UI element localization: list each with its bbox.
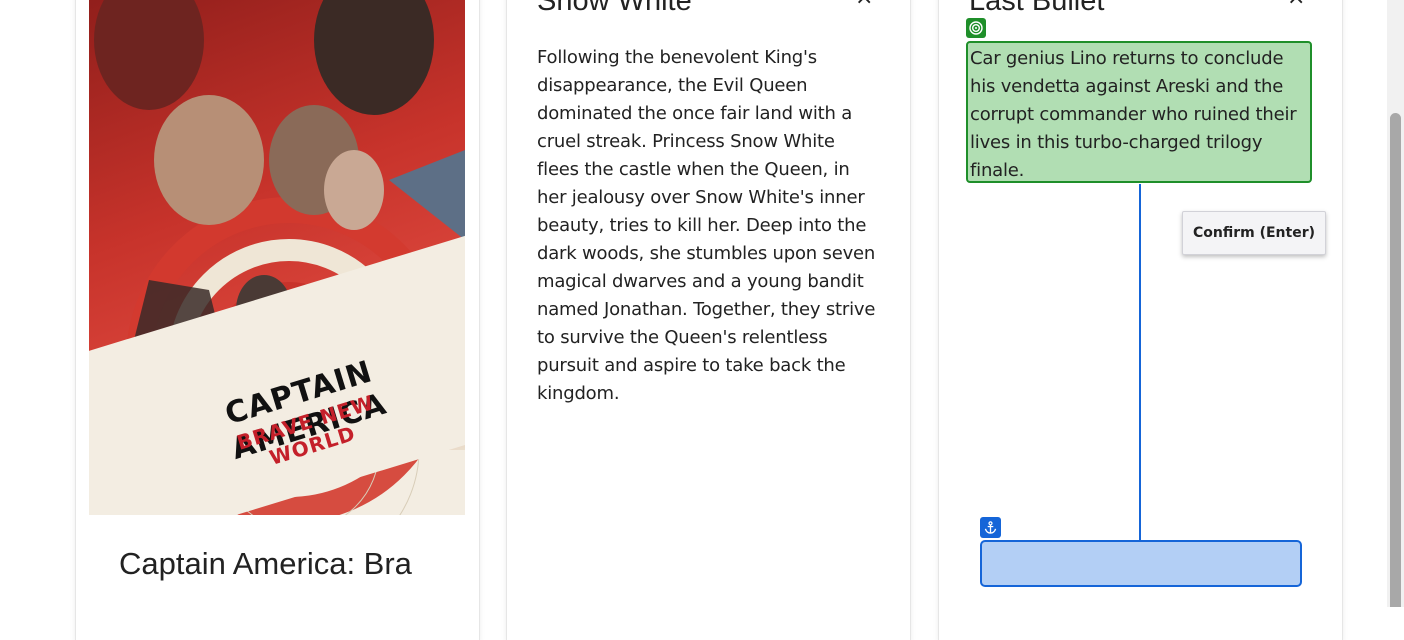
close-icon[interactable]: × xyxy=(855,0,873,9)
confirm-button[interactable]: Confirm (Enter) xyxy=(1182,211,1326,255)
anchor-icon xyxy=(980,517,1001,538)
movie-description: Car genius Lino returns to conclude his … xyxy=(970,48,1297,181)
movie-card-last-bullet[interactable]: Last Bullet × Car genius Lino returns to… xyxy=(939,0,1342,640)
target-icon xyxy=(966,18,986,38)
target-highlight[interactable]: Car genius Lino returns to conclude his … xyxy=(966,41,1312,183)
movie-description: Following the benevolent King's disappea… xyxy=(537,47,876,404)
drag-connector-line xyxy=(1139,184,1141,541)
anchor-drop-zone[interactable] xyxy=(980,540,1302,587)
movie-card-captain-america[interactable]: CAPTAIN AMERICA BRAVE NEW WORLD Captain … xyxy=(76,0,479,640)
scrollbar-thumb[interactable] xyxy=(1390,113,1401,607)
movie-title: Snow White xyxy=(537,0,692,17)
movie-title: Last Bullet xyxy=(969,0,1105,17)
movie-title: Captain America: Bra xyxy=(119,546,412,581)
movie-poster: CAPTAIN AMERICA BRAVE NEW WORLD xyxy=(89,0,465,515)
movie-card-snow-white[interactable]: Snow White × Following the benevolent Ki… xyxy=(507,0,910,640)
close-icon[interactable]: × xyxy=(1287,0,1305,9)
